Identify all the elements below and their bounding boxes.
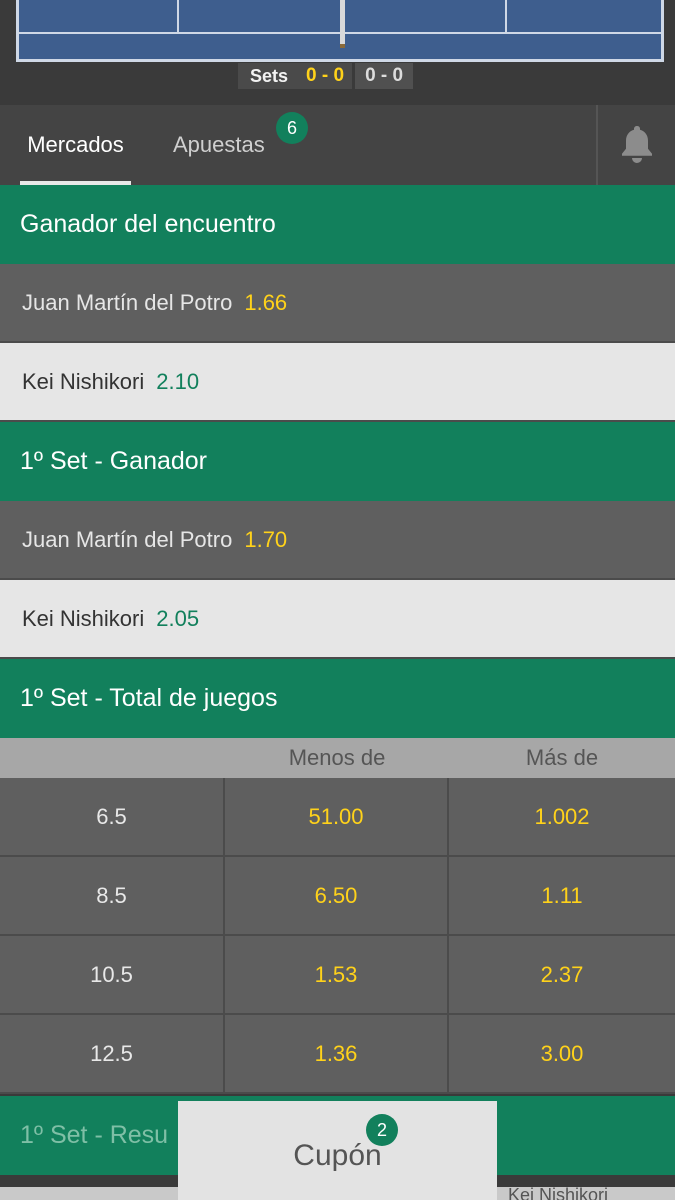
market-title: Ganador del encuentro — [20, 210, 276, 238]
selection-row[interactable]: Juan Martín del Potro 1.70 — [0, 501, 675, 580]
selection-row-selected[interactable]: Kei Nishikori 2.10 — [0, 343, 675, 422]
tennis-court-graphic — [16, 0, 664, 62]
selection-odds: 2.05 — [156, 605, 200, 631]
selection-name: Kei Nishikori — [22, 368, 145, 394]
coupon-count-badge: 2 — [366, 1114, 398, 1146]
selection-name: Juan Martín del Potro — [22, 289, 233, 315]
market-title: 1º Set - Total de juegos — [20, 684, 278, 712]
coupon-label: Cupón — [293, 1138, 382, 1172]
column-header-over: Más de — [525, 745, 599, 770]
set-score: Sets 0 - 0 0 - 0 — [238, 63, 414, 89]
tab-bets-label: Apuestas — [173, 132, 265, 157]
markets-list: Ganador del encuentro Juan Martín del Po… — [0, 185, 675, 1175]
selection-name: Juan Martín del Potro — [22, 526, 233, 552]
market-title: 1º Set - Resu — [20, 1121, 169, 1149]
line-value: 12.5 — [0, 1015, 225, 1092]
market-header-set1-winner[interactable]: 1º Set - Ganador — [0, 422, 675, 501]
bell-icon — [621, 126, 652, 163]
column-header-under: Menos de — [288, 745, 386, 770]
selection-name: Kei Nishikori — [22, 605, 145, 631]
match-header: Sets 0 - 0 0 - 0 — [0, 0, 675, 105]
under-odds-button[interactable]: 6.50 — [225, 857, 449, 934]
score-label: Sets — [238, 63, 303, 89]
court-net — [340, 0, 345, 48]
table-header: Menos de Más de — [0, 738, 675, 778]
tab-markets[interactable]: Mercados — [20, 105, 131, 185]
selection-odds: 1.70 — [244, 526, 288, 552]
selection-odds: 2.10 — [156, 368, 200, 394]
tab-bets[interactable]: Apuestas — [173, 105, 265, 185]
under-odds-button[interactable]: 51.00 — [225, 778, 449, 855]
tab-bar: Mercados Apuestas — [0, 105, 675, 185]
bets-count-badge: 6 — [276, 112, 308, 144]
line-value: 10.5 — [0, 936, 225, 1013]
tab-markets-label: Mercados — [27, 132, 124, 157]
column-header-line — [0, 738, 225, 778]
selection-row[interactable]: Juan Martín del Potro 1.66 — [0, 264, 675, 343]
notifications-button[interactable] — [596, 105, 675, 185]
score-current: 0 - 0 — [302, 63, 353, 89]
over-odds-button[interactable]: 2.37 — [449, 936, 675, 1013]
selection-odds: 1.66 — [244, 289, 288, 315]
partial-selection-name: Kei Nishikori — [508, 1185, 609, 1200]
selection-row-selected[interactable]: Kei Nishikori 2.05 — [0, 580, 675, 659]
table-row: 6.5 51.00 1.002 — [0, 778, 675, 857]
score-previous: 0 - 0 — [355, 63, 414, 89]
line-value: 6.5 — [0, 778, 225, 855]
market-header-match-winner[interactable]: Ganador del encuentro — [0, 185, 675, 264]
under-odds-button[interactable]: 1.53 — [225, 936, 449, 1013]
over-odds-button[interactable]: 3.00 — [449, 1015, 675, 1092]
market-header-set1-total-games[interactable]: 1º Set - Total de juegos — [0, 659, 675, 738]
under-odds-button[interactable]: 1.36 — [225, 1015, 449, 1092]
table-row: 12.5 1.36 3.00 — [0, 1015, 675, 1094]
market-title: 1º Set - Ganador — [20, 447, 208, 475]
over-odds-button[interactable]: 1.11 — [449, 857, 675, 934]
table-row: 8.5 6.50 1.11 — [0, 857, 675, 936]
coupon-button[interactable]: Cupón — [178, 1101, 497, 1200]
over-odds-button[interactable]: 1.002 — [449, 778, 675, 855]
line-value: 8.5 — [0, 857, 225, 934]
table-row: 10.5 1.53 2.37 — [0, 936, 675, 1015]
